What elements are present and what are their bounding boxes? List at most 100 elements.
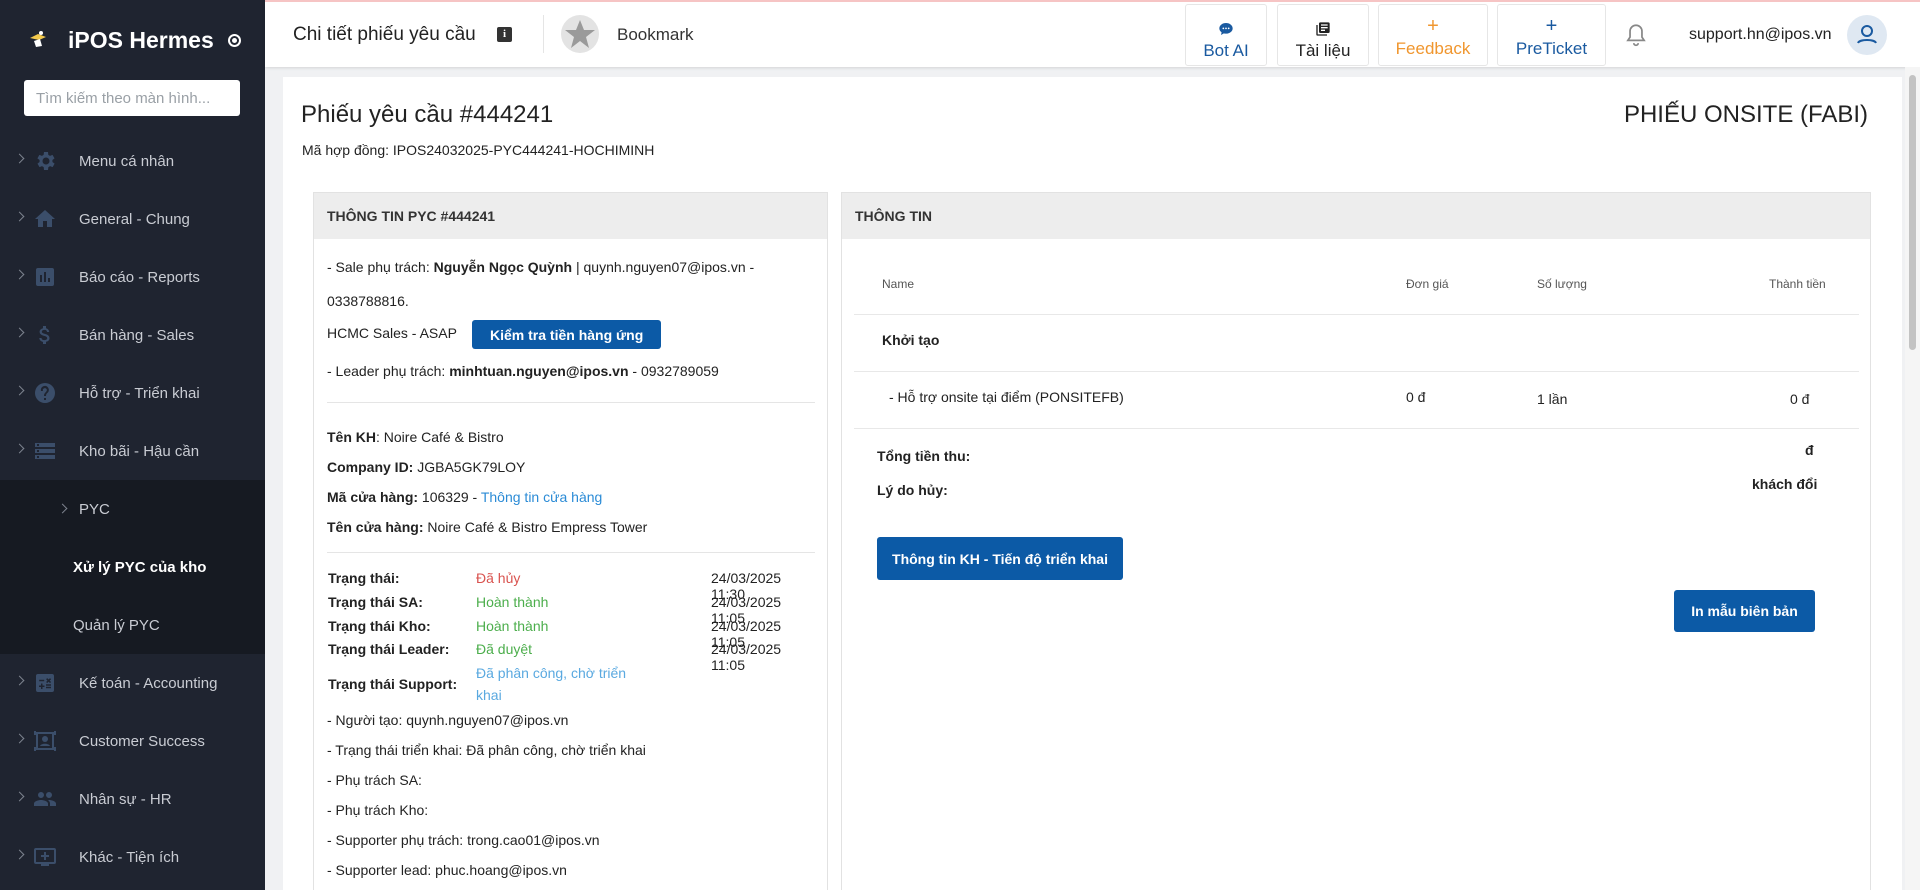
status-row: Trạng thái SA: Hoàn thành 24/03/2025 11:… [328, 594, 818, 626]
avatar[interactable] [1847, 15, 1887, 55]
sidebar-subitem-label: PYC [79, 500, 110, 518]
status-label: Trạng thái Support: [328, 676, 458, 692]
docs-button[interactable]: Tài liệu [1277, 4, 1369, 66]
report-chart-icon [36, 268, 54, 286]
column-header-qty: Số lượng [1537, 277, 1587, 291]
user-email[interactable]: support.hn@ipos.vn [1689, 26, 1832, 44]
sidebar-item-label: Customer Success [79, 732, 205, 750]
customer-label: Tên KH [327, 429, 376, 445]
sidebar-item-general[interactable]: General - Chung [0, 190, 265, 248]
sidebar-item-label: Menu cá nhân [79, 152, 175, 170]
main-content: Phiếu yêu cầu #444241 Mã hợp đồng: IPOS2… [283, 77, 1902, 890]
sidebar-item-personal-menu[interactable]: Menu cá nhân [0, 132, 265, 190]
sidebar-item-label: Kế toán - Accounting [79, 674, 218, 692]
people-icon [34, 792, 56, 806]
sidebar-item-label: General - Chung [79, 210, 190, 228]
sale-team: HCMC Sales - ASAP [327, 325, 457, 341]
ticket-title: Phiếu yêu cầu #444241 [301, 101, 554, 128]
sidebar-subitem-manage-pyc[interactable]: Quản lý PYC [0, 596, 265, 654]
help-circle-icon [35, 383, 55, 403]
row-divider [854, 428, 1859, 429]
store-info-link[interactable]: Thông tin cửa hàng [481, 489, 602, 505]
check-advance-goods-button[interactable]: Kiểm tra tiền hàng ứng [472, 320, 662, 349]
sidebar-item-accounting[interactable]: Kế toán - Accounting [0, 654, 265, 712]
sidebar-item-hr[interactable]: Nhân sự - HR [0, 770, 265, 828]
sidebar-item-label: Báo cáo - Reports [79, 268, 200, 286]
sidebar-subitem-pyc[interactable]: PYC [0, 480, 265, 538]
sidebar-item-customer-success[interactable]: Customer Success [0, 712, 265, 770]
top-header: Chi tiết phiếu yêu cầu i Bookmark Bot AI… [265, 0, 1920, 67]
chevron-right-icon [14, 675, 25, 686]
scrollbar-thumb[interactable] [1909, 75, 1916, 350]
store-code-label: Mã cửa hàng: [327, 489, 419, 505]
sidebar-item-warehouse[interactable]: Kho bãi - Hậu cần [0, 422, 265, 480]
bell-icon[interactable] [1623, 21, 1649, 49]
store-name-value: Noire Café & Bistro Empress Tower [423, 519, 648, 535]
brand[interactable]: iPOS Hermes [0, 0, 265, 80]
ticket-type: PHIẾU ONSITE (FABI) [1623, 101, 1868, 128]
total-label: Tổng tiền thu: [877, 448, 971, 464]
chevron-right-icon [14, 791, 25, 802]
card-heading: THÔNG TIN [842, 193, 1870, 239]
info-icon[interactable]: i [497, 27, 512, 42]
bot-ai-button[interactable]: Bot AI [1185, 4, 1267, 66]
item-qty: 1 lần [1537, 391, 1568, 407]
print-template-button[interactable]: In mẫu biên bản [1674, 590, 1815, 632]
gear-icon [37, 152, 55, 170]
status-row: Trạng thái Leader: Đã duyệt 24/03/2025 1… [328, 641, 818, 673]
user-icon [1857, 25, 1877, 44]
sidebar-item-utilities[interactable]: Khác - Tiện ích [0, 828, 265, 886]
contract-value: IPOS24032025-PYC444241-HOCHIMINH [392, 142, 655, 158]
store-code: Mã cửa hàng: 106329 - Thông tin cửa hàng [327, 489, 602, 505]
item-total: 0 đ [1790, 391, 1810, 407]
page-title: Chi tiết phiếu yêu cầu [293, 24, 476, 45]
divider [327, 402, 815, 403]
leader-email: minhtuan.nguyen@ipos.vn [449, 363, 629, 379]
home-icon [35, 210, 55, 227]
card-heading: THÔNG TIN PYC #444241 [314, 193, 827, 239]
bookmark-label[interactable]: Bookmark [617, 25, 694, 45]
store-name: Tên cửa hàng: Noire Café & Bistro Empres… [327, 519, 647, 535]
contract-label: Mã hợp đồng: [302, 142, 393, 158]
radio-dot-icon[interactable] [227, 33, 241, 47]
sidebar-item-label: Khác - Tiện ích [79, 848, 180, 866]
preticket-button[interactable]: + PreTicket [1497, 4, 1606, 66]
star-icon[interactable] [560, 14, 600, 54]
sale-contact: | quynh.nguyen07@ipos.vn - [572, 259, 755, 275]
sidebar-search-input[interactable] [24, 80, 240, 116]
detail-line: - Supporter phụ trách: trong.cao01@ipos.… [327, 832, 600, 848]
chevron-right-icon [14, 733, 25, 744]
sidebar-subitem-label: Quản lý PYC [73, 616, 160, 634]
customer-progress-button[interactable]: Thông tin KH - Tiến độ triển khai [877, 537, 1123, 580]
sidebar-subitem-warehouse-pyc[interactable]: Xử lý PYC của kho [0, 538, 265, 596]
sidebar-item-reports[interactable]: Báo cáo - Reports [0, 248, 265, 306]
sidebar-item-sales[interactable]: Bán hàng - Sales [0, 306, 265, 364]
status-label: Trạng thái SA: [328, 594, 423, 610]
sidebar-item-label: Bán hàng - Sales [79, 326, 195, 344]
detail-line: - Người tạo: quynh.nguyen07@ipos.vn [327, 712, 569, 728]
feedback-button[interactable]: + Feedback [1378, 4, 1488, 66]
status-label: Trạng thái: [328, 570, 400, 586]
storage-list-icon [35, 443, 55, 459]
chevron-right-icon [14, 269, 25, 280]
store-code-value: 106329 - [418, 489, 481, 505]
group-label: Khởi tạo [882, 332, 940, 348]
sale-prefix: - Sale phụ trách: [327, 259, 434, 275]
company-id: Company ID: JGBA5GK79LOY [327, 459, 525, 475]
plus-icon: + [1545, 15, 1558, 37]
customer-success-icon [34, 731, 56, 751]
sidebar-item-support[interactable]: Hỗ trợ - Triển khai [0, 364, 265, 422]
logo-icon [30, 31, 46, 47]
header-divider [543, 15, 544, 53]
status-value: Đã phân công, chờ triển [476, 665, 627, 681]
sidebar-subitem-label: Xử lý PYC của kho [73, 558, 207, 576]
feedback-label: Feedback [1395, 39, 1471, 58]
status-row: Trạng thái Kho: Hoàn thành 24/03/2025 11… [328, 618, 818, 650]
column-header-price: Đơn giá [1406, 277, 1449, 291]
status-value: Đã duyệt [476, 641, 533, 657]
ticket-info-card: THÔNG TIN PYC #444241 - Sale phụ trách: … [313, 192, 828, 890]
scrollbar[interactable] [1905, 67, 1920, 890]
docs-label: Tài liệu [1295, 41, 1351, 60]
brand-name: iPOS Hermes [68, 26, 214, 53]
detail-line: - Trạng thái triển khai: Đã phân công, c… [327, 742, 646, 758]
